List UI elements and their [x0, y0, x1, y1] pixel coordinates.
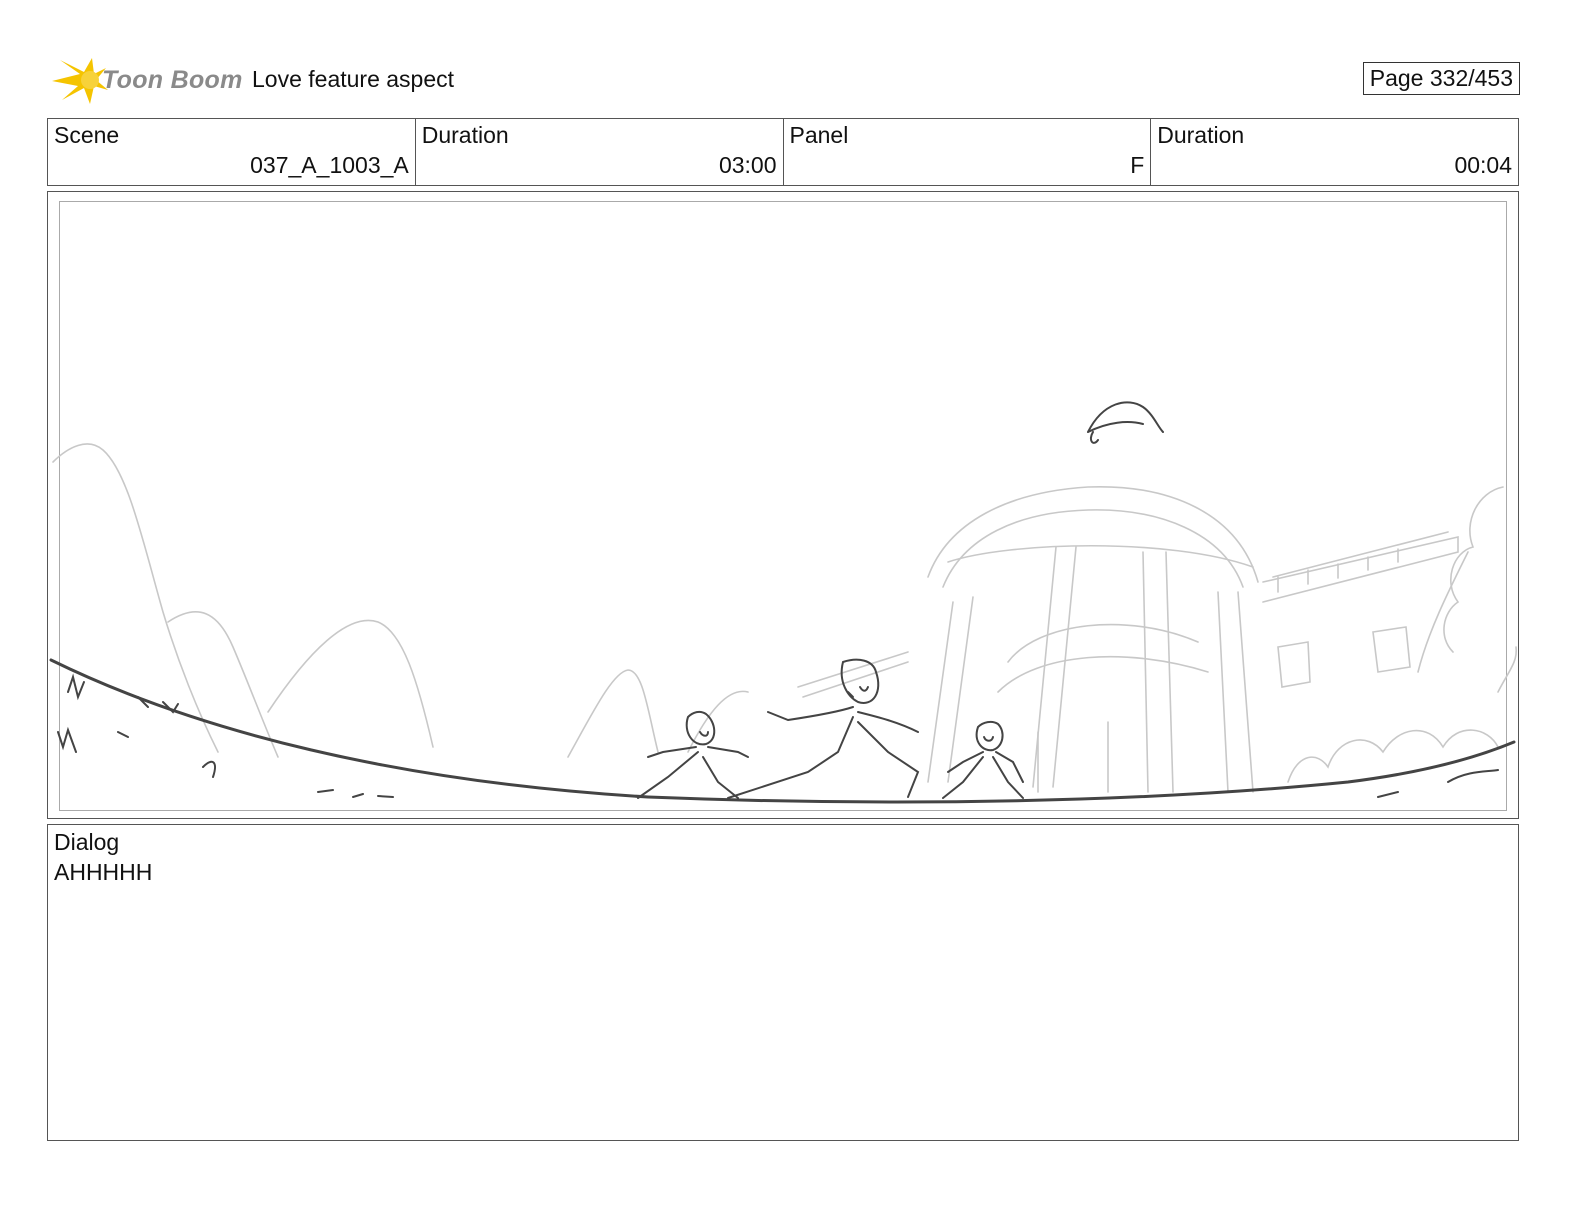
- panel-cell: Panel F: [784, 119, 1152, 185]
- panel-duration-value: 00:04: [1454, 152, 1512, 178]
- building-dome: [942, 509, 1244, 588]
- panel-sketch: [49, 401, 1518, 804]
- hill-sketch: [52, 443, 219, 753]
- building-column: [1032, 546, 1057, 788]
- dialog-box: Dialog AHHHHH: [47, 824, 1519, 1141]
- scene-label: Scene: [54, 122, 120, 148]
- shrub-sketch: [1497, 646, 1518, 693]
- storyboard-panel: [47, 191, 1519, 819]
- page-header: Toon Boom Love feature aspect Page 332/4…: [50, 52, 1520, 106]
- building-column: [1217, 591, 1229, 793]
- building-dome: [947, 544, 1254, 568]
- scene-duration-value: 03:00: [718, 152, 777, 178]
- building-column: [947, 596, 974, 783]
- building-arch: [997, 655, 1209, 693]
- document-title: Love feature aspect: [252, 66, 455, 92]
- building-wing: [797, 651, 909, 698]
- page-number: Page 332/453: [1362, 62, 1520, 95]
- building-arch: [1037, 721, 1109, 793]
- building-wing: [1262, 535, 1459, 603]
- hill-sketch: [267, 619, 434, 748]
- building-column: [1165, 551, 1174, 793]
- hill-sketch: [167, 611, 279, 758]
- building-column: [1237, 591, 1254, 793]
- scene-value: 037_A_1003_A: [250, 152, 409, 178]
- building-column: [927, 601, 954, 783]
- panel-duration-cell: Duration 00:04: [1151, 119, 1518, 185]
- panel-duration-label: Duration: [1157, 122, 1245, 148]
- dialog-text: AHHHHH: [54, 859, 153, 885]
- starburst-icon: [52, 58, 108, 104]
- building-column: [1142, 551, 1149, 793]
- flying-hat: [1087, 401, 1164, 444]
- dialog-label: Dialog: [54, 829, 120, 855]
- scene-info-table: Scene 037_A_1003_A Duration 03:00 Panel …: [47, 118, 1519, 186]
- tree-sketch: [1443, 486, 1504, 653]
- panel-label: Panel: [789, 122, 849, 148]
- building-dome: [927, 486, 1259, 583]
- scene-duration-label: Duration: [421, 122, 509, 148]
- building-window: [1372, 626, 1411, 673]
- scene-cell: Scene 037_A_1003_A: [48, 119, 416, 185]
- toon-boom-logo: Toon Boom: [50, 56, 243, 104]
- logo-wordmark: Toon Boom: [102, 66, 243, 94]
- grass-sketch: [57, 726, 216, 778]
- character-main: [727, 658, 920, 799]
- building-column: [1052, 546, 1077, 788]
- tree-sketch: [1417, 551, 1469, 673]
- building-wing: [1272, 531, 1449, 578]
- character-left: [637, 710, 749, 799]
- hill-sketch: [567, 669, 659, 758]
- scene-duration-cell: Duration 03:00: [416, 119, 784, 185]
- grass-sketch: [317, 789, 394, 798]
- panel-value: F: [1130, 152, 1145, 178]
- building-window: [1277, 641, 1311, 688]
